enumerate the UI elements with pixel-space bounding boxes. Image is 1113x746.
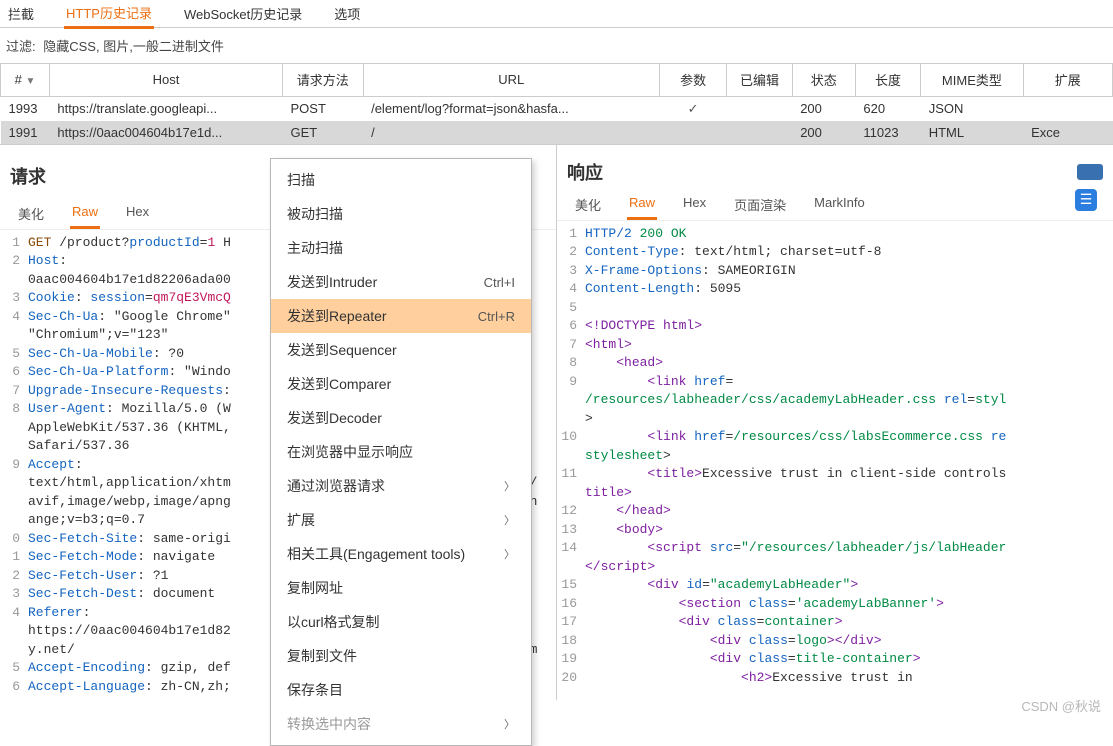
ctx-item[interactable]: 主动扫描 xyxy=(271,231,531,265)
response-raw[interactable]: 1234567891011121314151617181920 HTTP/2 2… xyxy=(557,221,1113,692)
ctx-item[interactable]: 发送到RepeaterCtrl+R xyxy=(271,299,531,333)
tab-http-history[interactable]: HTTP历史记录 xyxy=(64,0,154,29)
req-tab-raw[interactable]: Raw xyxy=(70,198,100,229)
ctx-item[interactable]: 发送到Sequencer xyxy=(271,333,531,367)
col-ext[interactable]: 扩展 xyxy=(1023,64,1112,96)
context-menu: 扫描被动扫描主动扫描发送到IntruderCtrl+I发送到RepeaterCt… xyxy=(270,158,532,746)
col-mime[interactable]: MIME类型 xyxy=(921,64,1023,96)
info-badge-icon[interactable]: ☰ xyxy=(1075,189,1097,211)
ctx-item[interactable]: 被动扫描 xyxy=(271,197,531,231)
request-title: 请求 xyxy=(10,163,46,189)
ctx-item[interactable]: 相关工具(Engagement tools)〉 xyxy=(271,537,531,571)
response-title: 响应 xyxy=(567,159,603,185)
ctx-item[interactable]: 复制网址 xyxy=(271,571,531,605)
tab-options[interactable]: 选项 xyxy=(332,0,362,27)
ctx-item[interactable]: 保存条目 xyxy=(271,673,531,707)
ctx-item[interactable]: 通过浏览器请求〉 xyxy=(271,469,531,503)
col-host[interactable]: Host xyxy=(49,64,282,96)
ctx-item: 转换选中内容〉 xyxy=(271,707,531,741)
col-method[interactable]: 请求方法 xyxy=(283,64,364,96)
ctx-item[interactable]: 扫描 xyxy=(271,163,531,197)
response-subtabs: 美化 Raw Hex 页面渲染 MarkInfo ☰ xyxy=(557,189,1113,221)
history-table: # ▼ Host 请求方法 URL 参数 已编辑 状态 长度 MIME类型 扩展… xyxy=(0,64,1113,144)
ctx-item[interactable]: 发送到Decoder xyxy=(271,401,531,435)
filter-bar[interactable]: 过滤: 隐藏CSS, 图片,一般二进制文件 xyxy=(0,28,1113,64)
ctx-item[interactable]: 发送到Comparer xyxy=(271,367,531,401)
resp-tab-pretty[interactable]: 美化 xyxy=(573,189,603,220)
table-row[interactable]: 1993https://translate.googleapi...POST/e… xyxy=(1,96,1113,121)
ctx-item[interactable]: 复制到文件 xyxy=(271,639,531,673)
tab-intercept[interactable]: 拦截 xyxy=(6,0,36,27)
resp-tab-render[interactable]: 页面渲染 xyxy=(732,189,788,220)
resp-tab-raw[interactable]: Raw xyxy=(627,189,657,220)
req-tab-hex[interactable]: Hex xyxy=(124,198,151,229)
ctx-item[interactable]: 扩展〉 xyxy=(271,503,531,537)
col-id[interactable]: # ▼ xyxy=(1,64,50,96)
col-params[interactable]: 参数 xyxy=(659,64,727,96)
col-edited[interactable]: 已编辑 xyxy=(727,64,792,96)
col-len[interactable]: 长度 xyxy=(855,64,920,96)
tab-ws-history[interactable]: WebSocket历史记录 xyxy=(182,0,304,27)
filter-value: 隐藏CSS, 图片,一般二进制文件 xyxy=(43,39,224,54)
col-url[interactable]: URL xyxy=(363,64,659,96)
filter-label: 过滤: xyxy=(6,39,36,54)
response-pane: 响应 美化 Raw Hex 页面渲染 MarkInfo ☰ 1234567891… xyxy=(557,145,1113,701)
detail-panes: 请求 ≡ 美化 Raw Hex 1234567890123456 GET /pr… xyxy=(0,144,1113,701)
ctx-item[interactable]: 以curl格式复制 xyxy=(271,605,531,639)
view-toggle-icon[interactable] xyxy=(1077,164,1103,180)
col-status[interactable]: 状态 xyxy=(792,64,855,96)
resp-tab-hex[interactable]: Hex xyxy=(681,189,708,220)
ctx-item[interactable]: 发送到IntruderCtrl+I xyxy=(271,265,531,299)
ctx-item[interactable]: 在浏览器中显示响应 xyxy=(271,435,531,469)
watermark: CSDN @秋说 xyxy=(1021,696,1101,715)
top-tabs: 拦截 HTTP历史记录 WebSocket历史记录 选项 xyxy=(0,0,1113,28)
req-tab-pretty[interactable]: 美化 xyxy=(16,198,46,229)
resp-tab-markinfo[interactable]: MarkInfo xyxy=(812,189,867,220)
table-row[interactable]: 1991https://0aac004604b17e1d...GET/20011… xyxy=(1,121,1113,144)
